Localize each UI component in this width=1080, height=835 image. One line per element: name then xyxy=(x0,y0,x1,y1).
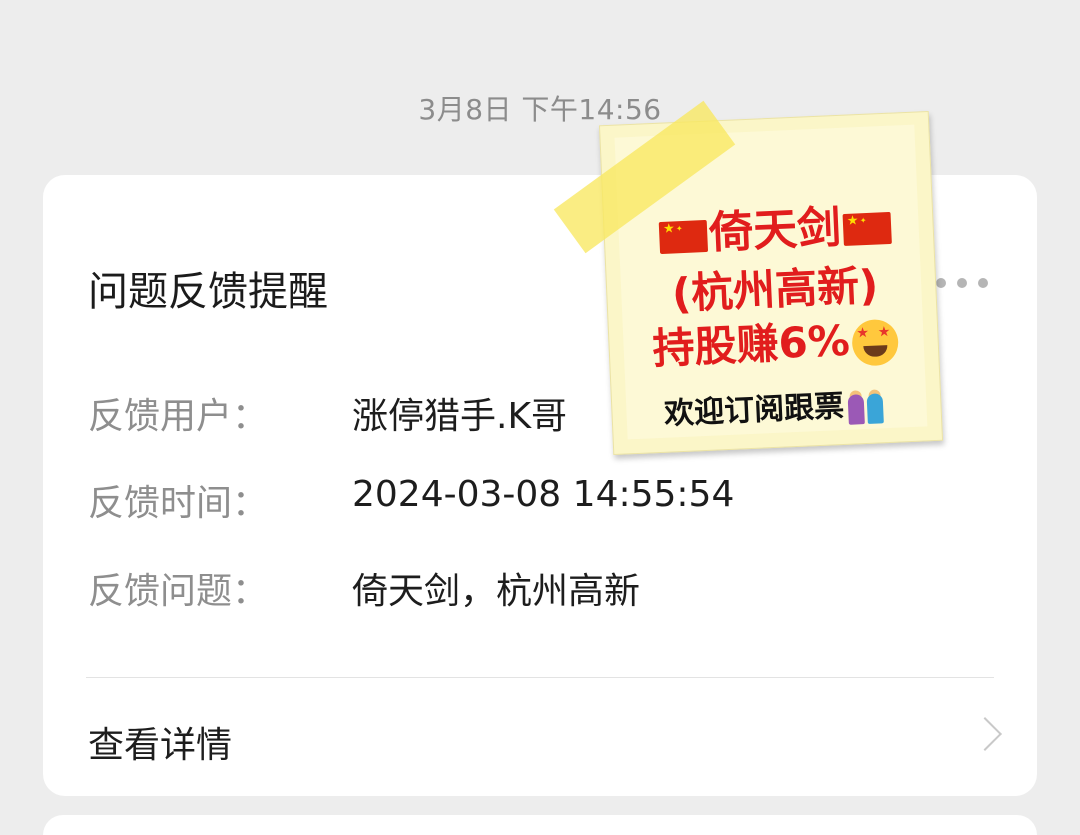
field-label-user: 反馈用户： xyxy=(88,396,269,437)
china-flag-icon xyxy=(658,219,709,255)
field-label-issue: 反馈问题： xyxy=(88,571,269,612)
sticky-note-gain-text: 持股赚6% xyxy=(651,315,851,374)
card-title: 问题反馈提醒 xyxy=(88,269,328,315)
field-value-issue: 倚天剑，杭州高新 xyxy=(352,571,641,612)
sticky-note-subscribe-text: 欢迎订阅跟票 xyxy=(663,389,845,432)
field-value-time: 2024-03-08 14:55:54 xyxy=(352,474,735,515)
china-flag-icon xyxy=(842,211,892,247)
sticky-note-title: 倚天剑 xyxy=(708,202,843,259)
view-details-label: 查看详情 xyxy=(88,725,233,766)
star-struck-emoji-icon xyxy=(850,318,899,367)
view-details-button[interactable]: 查看详情 xyxy=(43,678,1037,796)
field-value-user: 涨停猎手.K哥 xyxy=(352,396,568,437)
field-label-time: 反馈时间： xyxy=(88,483,269,524)
next-card-edge xyxy=(43,815,1037,835)
couple-emoji-icon xyxy=(845,388,886,425)
chevron-right-icon xyxy=(968,717,1002,751)
